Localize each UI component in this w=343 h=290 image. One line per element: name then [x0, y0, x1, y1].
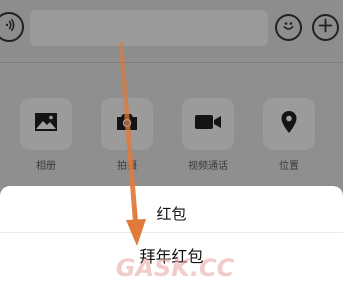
panel-item-video-call[interactable]: 视频通话: [178, 98, 238, 172]
watermark-logo: GASK.CC: [116, 254, 235, 282]
voice-wave-icon: [1, 17, 17, 37]
panel-label: 拍摄: [117, 161, 137, 172]
panel-item-camera[interactable]: 拍摄: [97, 98, 157, 172]
panel-tile: [20, 98, 72, 150]
sheet-option-red-packet[interactable]: 红包: [0, 202, 343, 226]
voice-button[interactable]: [0, 12, 24, 42]
smiley-icon: [280, 17, 297, 38]
panel-label: 视频通话: [188, 161, 228, 172]
panel-tile: [101, 98, 153, 150]
panel-item-album[interactable]: 相册: [16, 98, 76, 172]
camera-icon: [115, 112, 139, 136]
panel-label: 位置: [279, 161, 299, 172]
more-functions-button[interactable]: [312, 14, 339, 41]
sheet-divider: [0, 232, 343, 233]
panel-item-location[interactable]: 位置: [259, 98, 319, 172]
panel-tile: [182, 98, 234, 150]
panel-tile: [263, 98, 315, 150]
location-pin-icon: [280, 110, 298, 138]
plus-icon: [318, 18, 333, 37]
panel-label: 相册: [36, 161, 56, 172]
emoji-button[interactable]: [275, 14, 302, 41]
divider: [0, 62, 343, 63]
image-icon: [34, 112, 58, 136]
svg-text:GASK.CC: GASK.CC: [116, 254, 235, 282]
chat-input-bar: [0, 0, 343, 58]
video-camera-icon: [194, 113, 222, 135]
chat-screen: 相册 拍摄 视频通话 位置 红包 拜年红包 GASK.CC: [0, 0, 343, 290]
message-input[interactable]: [30, 10, 268, 46]
